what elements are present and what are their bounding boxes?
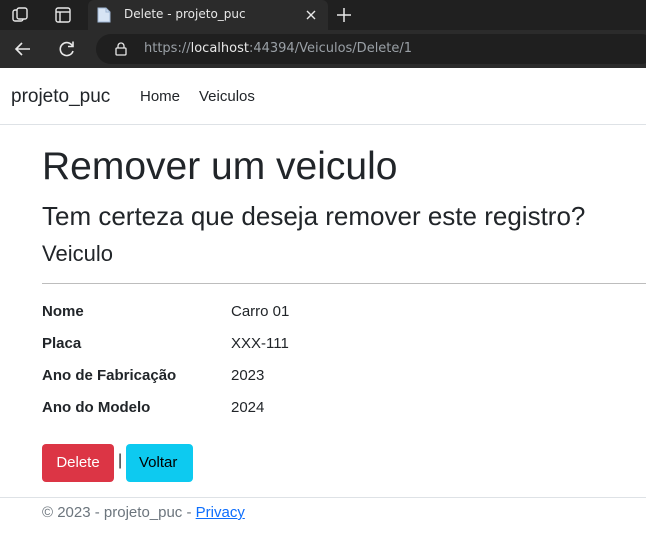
detail-label: Ano do Modelo bbox=[42, 399, 151, 416]
details-list: Nome Carro 01 Placa XXX-111 Ano de Fabri… bbox=[42, 303, 646, 431]
browser-tab-active[interactable]: Delete - projeto_puc bbox=[88, 0, 328, 30]
detail-label: Placa bbox=[42, 335, 82, 352]
workspaces-icon[interactable] bbox=[10, 5, 30, 25]
page-footer: © 2023 - projeto_puc - Privacy bbox=[0, 497, 646, 543]
detail-row-ano-modelo: Ano do Modelo 2024 bbox=[42, 399, 646, 431]
nav-link-veiculos[interactable]: Veiculos bbox=[199, 88, 255, 105]
tab-title: Delete - projeto_puc bbox=[124, 7, 246, 21]
confirm-message: Tem certeza que deseja remover este regi… bbox=[42, 201, 586, 231]
detail-label: Ano de Fabricação bbox=[42, 367, 177, 384]
detail-row-placa: Placa XXX-111 bbox=[42, 335, 646, 367]
page-favicon-icon bbox=[97, 7, 111, 23]
delete-button[interactable]: Delete bbox=[42, 444, 114, 482]
detail-label: Nome bbox=[42, 303, 84, 320]
footer-text: © 2023 - projeto_puc - Privacy bbox=[42, 504, 245, 521]
detail-value: Carro 01 bbox=[231, 303, 290, 320]
detail-row-ano-fabricacao: Ano de Fabricação 2023 bbox=[42, 367, 646, 399]
nav-link-home[interactable]: Home bbox=[140, 88, 180, 105]
new-tab-icon[interactable] bbox=[334, 5, 354, 25]
url-host: localhost bbox=[190, 41, 249, 56]
tab-actions-icon[interactable] bbox=[53, 5, 73, 25]
page-title: Remover um veiculo bbox=[42, 145, 398, 188]
detail-value: 2024 bbox=[231, 399, 265, 416]
footer-copyright: © 2023 - projeto_puc - bbox=[42, 504, 196, 521]
app-navbar: projeto_puc Home Veiculos bbox=[0, 68, 646, 125]
section-title: Veiculo bbox=[42, 241, 113, 266]
browser-toolbar: https://localhost:44394/Veiculos/Delete/… bbox=[0, 30, 646, 68]
back-button[interactable]: Voltar bbox=[126, 444, 193, 482]
lock-icon[interactable] bbox=[114, 42, 128, 56]
action-separator: | bbox=[118, 452, 123, 469]
privacy-link[interactable]: Privacy bbox=[196, 504, 245, 521]
divider bbox=[42, 283, 646, 284]
url-scheme: https:// bbox=[144, 41, 191, 56]
close-tab-icon[interactable] bbox=[303, 7, 319, 23]
detail-value: XXX-111 bbox=[231, 335, 289, 352]
brand-link[interactable]: projeto_puc bbox=[11, 86, 110, 108]
address-bar[interactable]: https://localhost:44394/Veiculos/Delete/… bbox=[96, 34, 646, 64]
detail-value: 2023 bbox=[231, 367, 265, 384]
browser-tab-bar: Delete - projeto_puc bbox=[0, 0, 646, 30]
refresh-icon[interactable] bbox=[57, 39, 77, 59]
url-path: :44394/Veiculos/Delete/1 bbox=[248, 41, 413, 56]
url-text[interactable]: https://localhost:44394/Veiculos/Delete/… bbox=[144, 41, 412, 56]
detail-row-nome: Nome Carro 01 bbox=[42, 303, 646, 335]
back-arrow-icon[interactable] bbox=[13, 39, 33, 59]
